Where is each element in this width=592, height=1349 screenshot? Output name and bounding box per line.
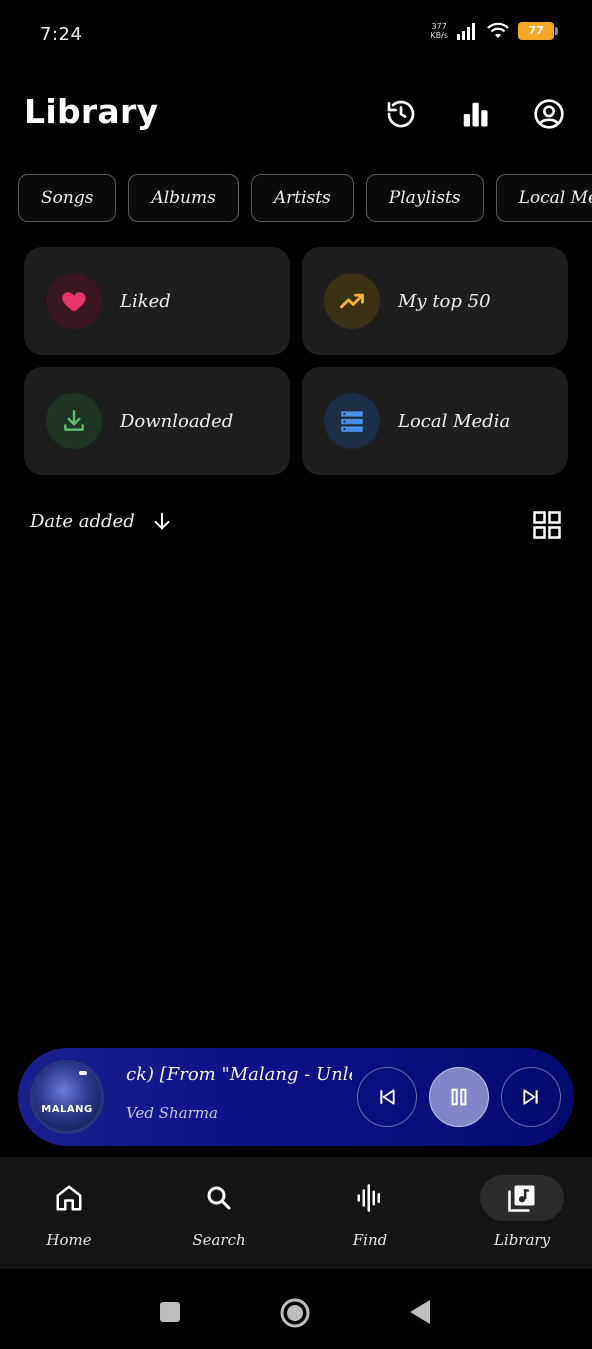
pause-button[interactable] bbox=[429, 1067, 489, 1127]
home-button[interactable] bbox=[279, 1297, 311, 1333]
nav-label: Find bbox=[352, 1231, 388, 1249]
triangle-back-icon bbox=[410, 1300, 430, 1324]
card-label: Downloaded bbox=[120, 410, 234, 432]
mini-player[interactable]: MALANG ck) [From "Malang - Unleashed"] V… bbox=[18, 1048, 574, 1146]
chip-albums[interactable]: Albums bbox=[128, 174, 239, 222]
album-art[interactable]: MALANG bbox=[30, 1060, 104, 1134]
card-liked[interactable]: Liked bbox=[24, 247, 290, 355]
card-label: Local Media bbox=[398, 410, 511, 432]
status-bar: 7:24 377 KB/s 77 bbox=[0, 0, 592, 70]
previous-button[interactable] bbox=[357, 1067, 417, 1127]
pause-icon bbox=[451, 1088, 467, 1106]
nav-label: Home bbox=[46, 1231, 92, 1249]
chip-artists[interactable]: Artists bbox=[250, 174, 354, 222]
chip-playlists[interactable]: Playlists bbox=[365, 174, 484, 222]
track-artist: Ved Sharma bbox=[126, 1104, 218, 1122]
search-icon bbox=[177, 1175, 261, 1221]
battery-indicator: 77 bbox=[518, 22, 558, 40]
card-my-top-50[interactable]: My top 50 bbox=[302, 247, 568, 355]
library-shortcuts: Liked My top 50 Downloaded Local Media bbox=[24, 247, 568, 475]
card-local-media[interactable]: Local Media bbox=[302, 367, 568, 475]
sort-label: Date added bbox=[30, 510, 135, 532]
skip-next-icon bbox=[523, 1089, 538, 1105]
download-icon bbox=[46, 393, 102, 449]
square-icon bbox=[160, 1302, 180, 1322]
history-icon[interactable] bbox=[384, 96, 418, 132]
wifi-icon bbox=[487, 22, 509, 38]
card-downloaded[interactable]: Downloaded bbox=[24, 367, 290, 475]
storage-icon bbox=[324, 393, 380, 449]
card-label: My top 50 bbox=[398, 290, 491, 312]
bottom-navigation: Home Search Find Library bbox=[0, 1157, 592, 1269]
stats-icon[interactable] bbox=[458, 96, 492, 132]
nav-home[interactable]: Home bbox=[14, 1175, 124, 1255]
album-art-text: MALANG bbox=[41, 1104, 93, 1115]
network-speed: 377 KB/s bbox=[430, 22, 448, 40]
arrow-down-icon bbox=[154, 512, 170, 530]
chip-songs[interactable]: Songs bbox=[18, 174, 117, 222]
nav-library[interactable]: Library bbox=[467, 1175, 577, 1255]
skip-previous-icon bbox=[380, 1089, 395, 1105]
library-music-icon bbox=[480, 1175, 564, 1221]
recent-apps-button[interactable] bbox=[159, 1301, 181, 1327]
chip-local-media[interactable]: Local Media bbox=[495, 174, 592, 222]
grid-view-icon[interactable] bbox=[532, 510, 562, 540]
nav-find[interactable]: Find bbox=[315, 1175, 425, 1255]
status-icons: 377 KB/s 77 bbox=[430, 22, 558, 40]
signal-icon bbox=[457, 23, 475, 40]
nav-label: Library bbox=[493, 1231, 551, 1249]
header-actions bbox=[384, 96, 566, 132]
status-time: 7:24 bbox=[40, 24, 83, 45]
back-button[interactable] bbox=[408, 1299, 432, 1329]
nav-search[interactable]: Search bbox=[164, 1175, 274, 1255]
sort-selector[interactable]: Date added bbox=[30, 510, 173, 532]
next-button[interactable] bbox=[501, 1067, 561, 1127]
trending-up-icon bbox=[324, 273, 380, 329]
circle-icon bbox=[280, 1298, 310, 1328]
home-icon bbox=[27, 1175, 111, 1221]
waveform-icon bbox=[328, 1175, 412, 1221]
nav-label: Search bbox=[192, 1231, 246, 1249]
account-icon[interactable] bbox=[532, 96, 566, 132]
page-title: Library bbox=[24, 92, 159, 131]
system-navigation-bar bbox=[0, 1269, 592, 1349]
track-title: ck) [From "Malang - Unleashed"] bbox=[126, 1064, 352, 1085]
heart-icon bbox=[46, 273, 102, 329]
card-label: Liked bbox=[120, 290, 171, 312]
filter-chips: Songs Albums Artists Playlists Local Med… bbox=[18, 174, 592, 222]
